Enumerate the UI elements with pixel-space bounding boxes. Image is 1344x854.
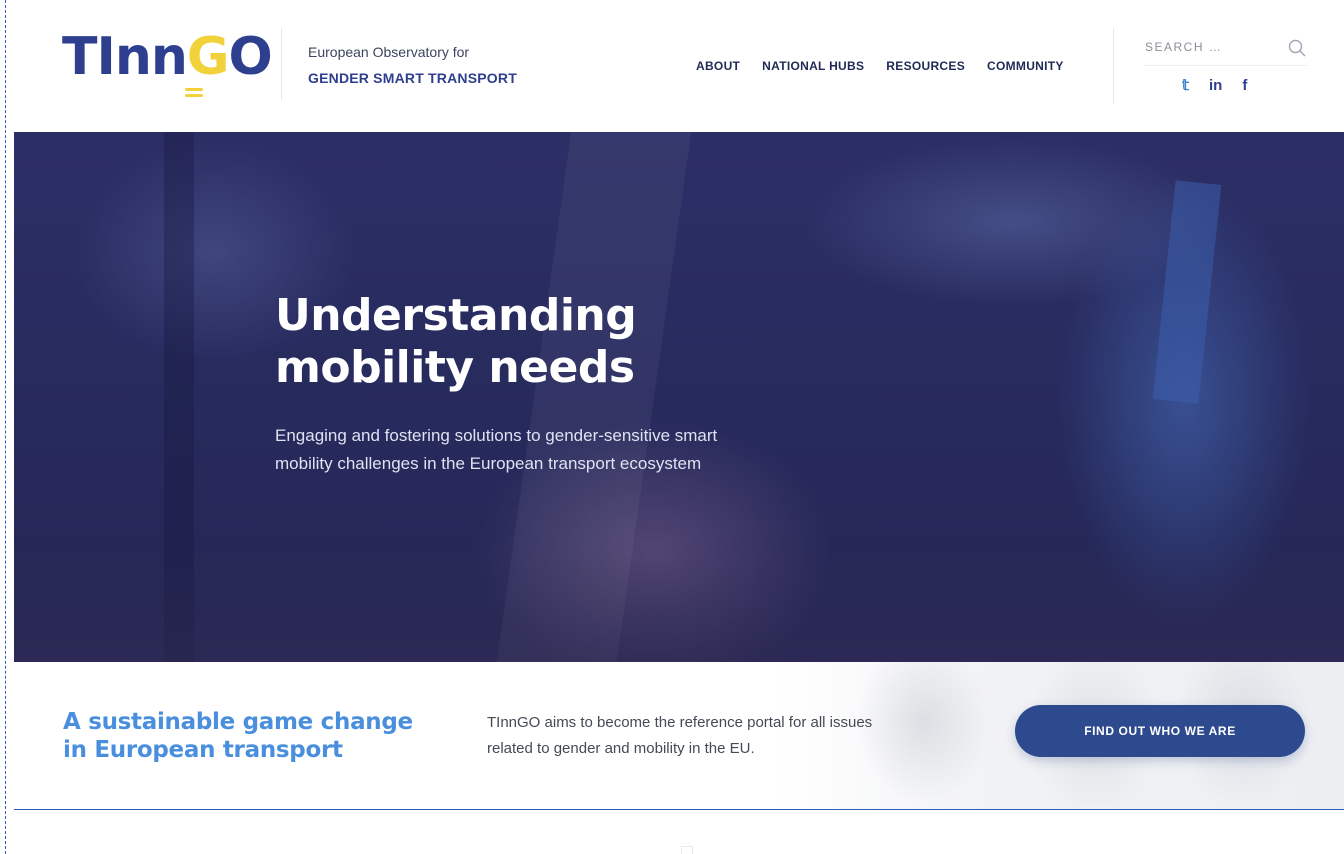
intro-band: A sustainable game change in European tr… [14, 662, 1344, 810]
main-nav: ABOUT NATIONAL HUBS RESOURCES COMMUNITY [696, 59, 1064, 73]
logo-wordmark: TInnGO [62, 27, 273, 87]
band-title-line1: A sustainable game change [63, 709, 413, 735]
band-description: TInnGO aims to become the reference port… [487, 714, 873, 757]
site-logo[interactable]: TInnGO [62, 26, 273, 97]
header-divider-right [1113, 28, 1114, 104]
find-out-who-we-are-button[interactable]: FIND OUT WHO WE ARE [1015, 705, 1305, 757]
social-links: 𝕥 in f [1182, 76, 1247, 95]
hero-bg-strap [1152, 180, 1222, 404]
nav-resources[interactable]: RESOURCES [886, 59, 965, 73]
scroll-indicator [681, 846, 693, 854]
hero-title-line2: mobility needs [275, 342, 635, 393]
tagline-line1: European Observatory for [308, 44, 470, 60]
nav-community[interactable]: COMMUNITY [987, 59, 1064, 73]
header-divider [281, 28, 282, 100]
facebook-icon[interactable]: f [1242, 77, 1247, 94]
search-form [1145, 34, 1307, 66]
search-icon[interactable] [1287, 38, 1307, 58]
left-guide-line [5, 0, 6, 854]
site-header: TInnGO European Observatory for GENDER S… [14, 0, 1344, 132]
lightbulb-icon [185, 88, 203, 100]
nav-about[interactable]: ABOUT [696, 59, 740, 73]
band-title-line2: in European transport [63, 737, 343, 763]
hero-banner: Understanding mobility needs Engaging an… [14, 132, 1344, 662]
linkedin-icon[interactable]: in [1209, 77, 1222, 94]
tagline-line2: GENDER SMART TRANSPORT [308, 70, 517, 86]
nav-national-hubs[interactable]: NATIONAL HUBS [762, 59, 864, 73]
band-title: A sustainable game change in European tr… [63, 708, 483, 764]
hero-bg-fade [14, 542, 1344, 662]
hero-title-line1: Understanding [275, 290, 637, 341]
twitter-icon[interactable]: 𝕥 [1182, 76, 1189, 94]
hero-subtitle: Engaging and fostering solutions to gend… [275, 426, 718, 473]
search-input[interactable] [1145, 34, 1275, 54]
hero-title: Understanding mobility needs [275, 290, 835, 394]
